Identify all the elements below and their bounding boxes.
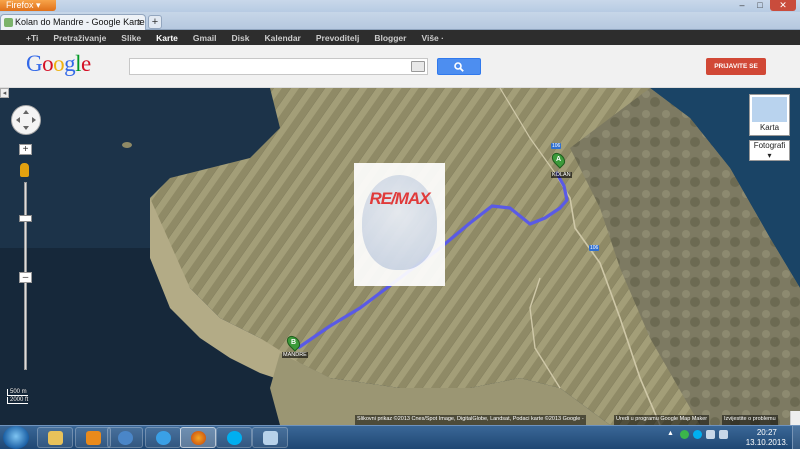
browser-tab[interactable]: Kolan do Mandre - Google Karte x bbox=[0, 14, 146, 30]
map-thumbnail bbox=[752, 97, 787, 122]
page-scrollbar[interactable] bbox=[790, 411, 800, 425]
new-tab-button[interactable]: + bbox=[148, 15, 162, 29]
network-icon bbox=[118, 431, 133, 445]
google-logo[interactable]: Google bbox=[26, 51, 91, 77]
firefox-menu-button[interactable]: Firefox ▾ bbox=[0, 0, 56, 11]
road-label-106-north: 106 bbox=[551, 143, 562, 149]
tab-strip: Kolan do Mandre - Google Karte x + bbox=[0, 12, 800, 30]
watermark-text: RE/MAX bbox=[369, 189, 430, 208]
sidebar-toggle-button[interactable]: ◂ bbox=[0, 88, 9, 98]
taskbar-network[interactable] bbox=[107, 427, 143, 448]
zoom-in-button[interactable]: + bbox=[19, 144, 32, 155]
maximize-button[interactable]: □ bbox=[752, 0, 768, 11]
outlook-icon bbox=[86, 431, 101, 445]
tab-close-icon[interactable]: x bbox=[137, 15, 142, 30]
taskbar-clock[interactable]: 20:27 13.10.2013. bbox=[746, 428, 788, 448]
taskbar-firefox[interactable] bbox=[180, 427, 216, 448]
browser-titlebar: Firefox ▾ – □ ✕ bbox=[0, 0, 800, 12]
zoom-out-button[interactable]: – bbox=[19, 272, 32, 283]
zoom-slider-handle[interactable] bbox=[19, 215, 32, 222]
tray-sync-icon[interactable] bbox=[680, 430, 689, 439]
tray-volume-icon[interactable] bbox=[719, 430, 728, 439]
gbar-item-drive[interactable]: Disk bbox=[232, 33, 250, 43]
search-icon bbox=[454, 62, 464, 72]
pan-control[interactable] bbox=[11, 105, 41, 135]
taskbar-internet-explorer[interactable] bbox=[145, 427, 181, 448]
google-navbar: +Ti Pretraživanje Slike Karte Gmail Disk… bbox=[0, 30, 800, 45]
taskbar-outlook[interactable] bbox=[75, 427, 111, 448]
photos-button[interactable]: Fotografi ▾ bbox=[749, 140, 790, 161]
tray-skype-icon[interactable] bbox=[693, 430, 702, 439]
map-maker-link[interactable]: Uredi u programu Google Map Maker bbox=[614, 415, 710, 425]
sign-in-button[interactable]: PRIJAVITE SE bbox=[706, 58, 766, 75]
firefox-icon bbox=[191, 431, 206, 445]
show-desktop-button[interactable] bbox=[792, 426, 800, 449]
gbar-item-more[interactable]: Više · bbox=[421, 33, 444, 43]
tray-network-icon[interactable] bbox=[706, 430, 715, 439]
map-type-label: Karta bbox=[759, 123, 780, 132]
tray-arrow-icon[interactable]: ▲ bbox=[667, 430, 676, 439]
start-button[interactable] bbox=[3, 426, 29, 449]
map-copyright: Slikovni prikaz ©2013 Cnes/Spot Image, D… bbox=[355, 415, 586, 425]
window-controls: – □ ✕ bbox=[734, 0, 796, 11]
clock-time: 20:27 bbox=[756, 428, 777, 437]
windows-taskbar: ▲ 20:27 13.10.2013. bbox=[0, 425, 800, 449]
notepad-icon bbox=[263, 431, 278, 445]
search-button[interactable] bbox=[437, 58, 481, 75]
taskbar-notepad[interactable] bbox=[252, 427, 288, 448]
system-tray: ▲ bbox=[667, 430, 728, 439]
map-canvas[interactable]: ◂ + – Karta Fotografi ▾ RE/MAX A KOLAN B … bbox=[0, 88, 800, 425]
gbar-item-search[interactable]: Pretraživanje bbox=[53, 33, 106, 43]
skype-icon bbox=[227, 431, 242, 445]
gbar-item-maps[interactable]: Karte bbox=[156, 33, 178, 43]
maps-favicon-icon bbox=[4, 18, 13, 27]
close-window-button[interactable]: ✕ bbox=[770, 0, 796, 11]
gbar-item-images[interactable]: Slike bbox=[121, 33, 141, 43]
marker-a-label: A bbox=[555, 156, 562, 163]
gbar-item-blogger[interactable]: Blogger bbox=[374, 33, 406, 43]
gbar-item-gmail[interactable]: Gmail bbox=[193, 33, 217, 43]
marker-b-label: B bbox=[290, 339, 297, 346]
firefox-menu-label: Firefox bbox=[6, 0, 34, 10]
remax-watermark: RE/MAX bbox=[354, 163, 445, 286]
google-header: Google PRIJAVITE SE bbox=[0, 45, 800, 88]
minimize-button[interactable]: – bbox=[734, 0, 750, 11]
place-mandre: MANDRE bbox=[282, 352, 308, 358]
gbar-item-calendar[interactable]: Kalendar bbox=[264, 33, 300, 43]
folder-icon bbox=[48, 431, 63, 445]
taskbar-skype[interactable] bbox=[216, 427, 252, 448]
photos-label: Fotografi bbox=[753, 141, 786, 150]
keyboard-icon[interactable] bbox=[411, 61, 425, 72]
gbar-item-plus[interactable]: +Ti bbox=[26, 33, 38, 43]
road-label-106-south: 106 bbox=[589, 245, 600, 251]
internet-explorer-icon bbox=[156, 431, 171, 445]
tab-title: Kolan do Mandre - Google Karte bbox=[15, 17, 145, 27]
clock-date: 13.10.2013. bbox=[745, 438, 788, 447]
map-scale: 500 m 2000 ft bbox=[7, 389, 29, 405]
pan-arrows-icon bbox=[16, 110, 36, 130]
place-kolan: KOLAN bbox=[551, 172, 572, 178]
gbar-item-translate[interactable]: Prevoditelj bbox=[316, 33, 359, 43]
map-type-button[interactable]: Karta bbox=[749, 94, 790, 136]
search-input[interactable] bbox=[129, 58, 428, 75]
scale-imperial: 2000 ft bbox=[7, 397, 29, 404]
scale-metric: 500 m bbox=[7, 389, 29, 396]
taskbar-explorer[interactable] bbox=[37, 427, 73, 448]
report-problem-link[interactable]: Izvijestite o problemu bbox=[722, 415, 778, 425]
street-view-pegman-icon[interactable] bbox=[20, 163, 29, 177]
